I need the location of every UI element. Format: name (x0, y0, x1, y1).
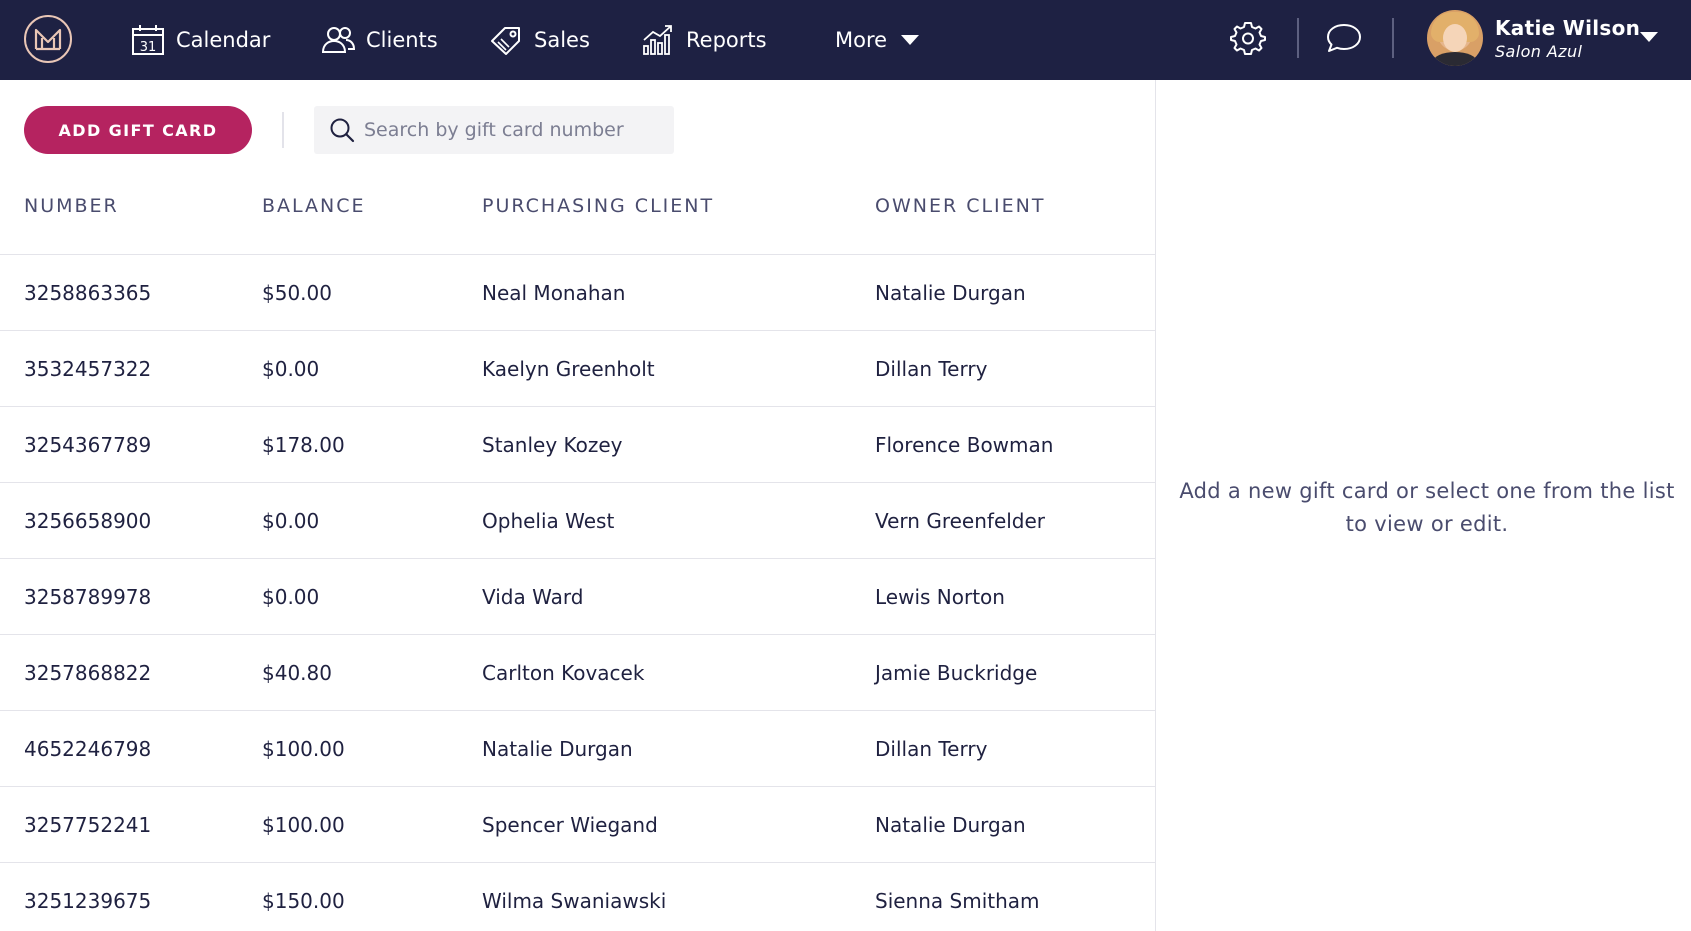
toolbar-divider (282, 112, 284, 148)
clients-icon (320, 22, 356, 58)
nav-clients-label: Clients (366, 28, 438, 52)
cell-number: 3258863365 (24, 281, 152, 305)
cell-owner-client: Lewis Norton (875, 585, 1005, 609)
nav-divider (1297, 18, 1299, 58)
cell-purchasing-client: Ophelia West (482, 509, 615, 533)
nav-clients[interactable]: Clients (320, 0, 438, 80)
cell-balance: $150.00 (262, 889, 345, 913)
cell-number: 3256658900 (24, 509, 152, 533)
cell-number: 4652246798 (24, 737, 152, 761)
cell-balance: $100.00 (262, 813, 345, 837)
detail-empty-message: Add a new gift card or select one from t… (1179, 479, 1675, 536)
search-input[interactable] (364, 119, 664, 141)
gift-card-table: 3258863365 $50.00 Neal Monahan Natalie D… (0, 255, 1155, 931)
column-header-owner-client[interactable]: OWNER CLIENT (875, 195, 1045, 217)
nav-sales-label: Sales (534, 28, 590, 52)
cell-owner-client: Dillan Terry (875, 357, 988, 381)
cell-owner-client: Jamie Buckridge (875, 661, 1038, 685)
table-header: NUMBER BALANCE PURCHASING CLIENT OWNER C… (0, 175, 1155, 255)
search-icon (326, 114, 358, 146)
cell-purchasing-client: Natalie Durgan (482, 737, 633, 761)
table-row[interactable]: 3257752241 $100.00 Spencer Wiegand Natal… (0, 787, 1155, 863)
cell-number: 3251239675 (24, 889, 152, 913)
nav-calendar-label: Calendar (176, 28, 271, 52)
table-row[interactable]: 3257868822 $40.80 Carlton Kovacek Jamie … (0, 635, 1155, 711)
table-row[interactable]: 3251239675 $150.00 Wilma Swaniawski Sien… (0, 863, 1155, 931)
calendar-icon: 31 (130, 22, 166, 58)
cell-balance: $0.00 (262, 585, 320, 609)
nav-more[interactable]: More (835, 0, 920, 80)
cell-owner-client: Natalie Durgan (875, 813, 1026, 837)
calendar-day: 31 (140, 40, 157, 55)
search-box[interactable] (314, 106, 674, 154)
user-salon: Salon Azul (1495, 42, 1583, 61)
top-nav: 31 Calendar Clients Sales Reports More K… (0, 0, 1691, 80)
chevron-down-icon (901, 35, 920, 45)
reports-chart-icon (640, 22, 676, 58)
chat-icon[interactable] (1324, 18, 1364, 58)
column-header-purchasing-client[interactable]: PURCHASING CLIENT (482, 195, 714, 217)
cell-owner-client: Natalie Durgan (875, 281, 1026, 305)
logo-icon[interactable] (24, 15, 72, 63)
table-row[interactable]: 3256658900 $0.00 Ophelia West Vern Green… (0, 483, 1155, 559)
nav-calendar[interactable]: 31 Calendar (130, 0, 270, 80)
cell-owner-client: Dillan Terry (875, 737, 988, 761)
nav-sales[interactable]: Sales (488, 0, 590, 80)
cell-purchasing-client: Spencer Wiegand (482, 813, 658, 837)
table-row[interactable]: 3258789978 $0.00 Vida Ward Lewis Norton (0, 559, 1155, 635)
nav-reports[interactable]: Reports (640, 0, 767, 80)
cell-purchasing-client: Carlton Kovacek (482, 661, 645, 685)
cell-purchasing-client: Vida Ward (482, 585, 584, 609)
cell-owner-client: Vern Greenfelder (875, 509, 1046, 533)
cell-balance: $100.00 (262, 737, 345, 761)
panel-divider (1155, 80, 1156, 931)
cell-number: 3254367789 (24, 433, 152, 457)
cell-balance: $178.00 (262, 433, 345, 457)
cell-purchasing-client: Neal Monahan (482, 281, 626, 305)
cell-purchasing-client: Kaelyn Greenholt (482, 357, 655, 381)
sales-tag-icon (488, 22, 524, 58)
cell-balance: $50.00 (262, 281, 332, 305)
column-header-balance[interactable]: BALANCE (262, 195, 366, 217)
cell-number: 3257868822 (24, 661, 152, 685)
gift-card-list-panel: ADD GIFT CARD NUMBER BALANCE PURCHASING … (0, 80, 1155, 931)
avatar[interactable] (1427, 10, 1483, 66)
table-row[interactable]: 4652246798 $100.00 Natalie Durgan Dillan… (0, 711, 1155, 787)
table-row[interactable]: 3532457322 $0.00 Kaelyn Greenholt Dillan… (0, 331, 1155, 407)
cell-balance: $40.80 (262, 661, 332, 685)
gear-icon[interactable] (1228, 18, 1268, 58)
nav-divider (1392, 18, 1394, 58)
add-gift-card-button[interactable]: ADD GIFT CARD (24, 106, 252, 154)
table-row[interactable]: 3258863365 $50.00 Neal Monahan Natalie D… (0, 255, 1155, 331)
chevron-down-icon[interactable] (1640, 32, 1658, 42)
cell-number: 3532457322 (24, 357, 152, 381)
column-header-number[interactable]: NUMBER (24, 195, 119, 217)
cell-owner-client: Florence Bowman (875, 433, 1054, 457)
nav-reports-label: Reports (686, 28, 767, 52)
cell-owner-client: Sienna Smitham (875, 889, 1040, 913)
table-row[interactable]: 3254367789 $178.00 Stanley Kozey Florenc… (0, 407, 1155, 483)
cell-number: 3257752241 (24, 813, 152, 837)
nav-more-label: More (835, 28, 888, 52)
cell-number: 3258789978 (24, 585, 152, 609)
cell-purchasing-client: Wilma Swaniawski (482, 889, 667, 913)
cell-purchasing-client: Stanley Kozey (482, 433, 623, 457)
cell-balance: $0.00 (262, 357, 320, 381)
user-name[interactable]: Katie Wilson (1495, 16, 1640, 40)
cell-balance: $0.00 (262, 509, 320, 533)
